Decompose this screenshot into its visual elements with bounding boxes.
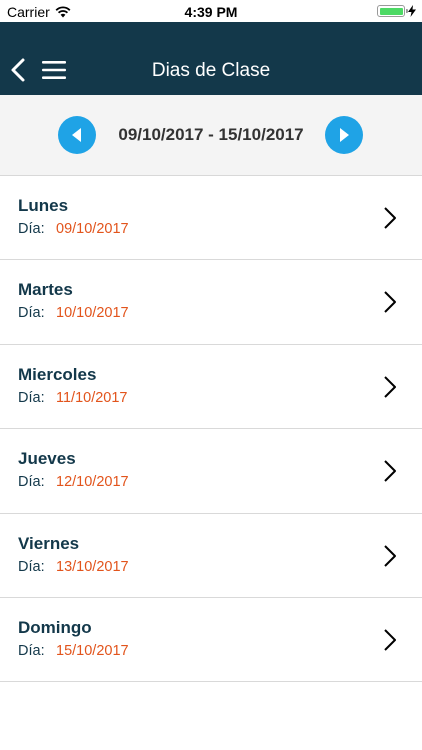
day-list: Lunes Día: 09/10/2017 Martes Día: 10/10/… <box>0 176 422 683</box>
day-name: Miercoles <box>18 364 97 384</box>
chevron-right-icon <box>384 376 396 398</box>
day-row-martes[interactable]: Martes Día: 10/10/2017 <box>0 260 422 345</box>
page-title: Dias de Clase <box>151 60 271 81</box>
day-name: Lunes <box>18 196 69 215</box>
day-date-label: Día: <box>18 642 45 659</box>
next-week-button[interactable] <box>325 116 363 154</box>
day-date-label: Día: <box>18 474 45 491</box>
week-selector: 09/10/2017 - 15/10/2017 <box>0 95 422 176</box>
day-name: Domingo <box>18 617 92 637</box>
day-date-label: Día: <box>18 389 45 406</box>
day-row-domingo[interactable]: Domingo Día: 15/10/2017 <box>0 598 422 683</box>
day-date-value: 15/10/2017 <box>56 642 129 659</box>
day-date-value: 13/10/2017 <box>56 558 129 575</box>
chevron-right-icon <box>384 544 396 567</box>
chevron-right-icon <box>384 629 396 651</box>
day-date-value: 12/10/2017 <box>56 474 129 491</box>
battery-icon <box>377 5 408 17</box>
chevron-right-icon <box>384 207 396 229</box>
day-date-label: Día: <box>18 221 45 237</box>
day-date-value: 10/10/2017 <box>56 305 129 322</box>
day-name: Viernes <box>18 533 80 553</box>
day-date-value: 09/10/2017 <box>56 221 129 237</box>
battery-indicator <box>377 5 416 17</box>
day-name: Martes <box>18 280 73 300</box>
day-name: Jueves <box>18 449 76 469</box>
triangle-right-icon <box>340 128 349 142</box>
charging-bolt-icon <box>408 5 416 17</box>
day-date-label: Día: <box>18 558 45 575</box>
navigation-bar: Dias de Clase <box>0 22 422 95</box>
day-date-value: 11/10/2017 <box>56 389 128 406</box>
chevron-right-icon <box>384 291 396 314</box>
status-bar: Carrier 4:39 PM <box>0 0 422 22</box>
status-time: 4:39 PM <box>184 4 238 20</box>
day-row-lunes[interactable]: Lunes Día: 09/10/2017 <box>0 176 422 261</box>
day-date-label: Día: <box>18 305 45 322</box>
day-row-jueves[interactable]: Jueves Día: 12/10/2017 <box>0 429 422 514</box>
day-row-viernes[interactable]: Viernes Día: 13/10/2017 <box>0 514 422 598</box>
day-row-miercoles[interactable]: Miercoles Día: 11/10/2017 <box>0 345 422 430</box>
chevron-right-icon <box>384 460 396 482</box>
